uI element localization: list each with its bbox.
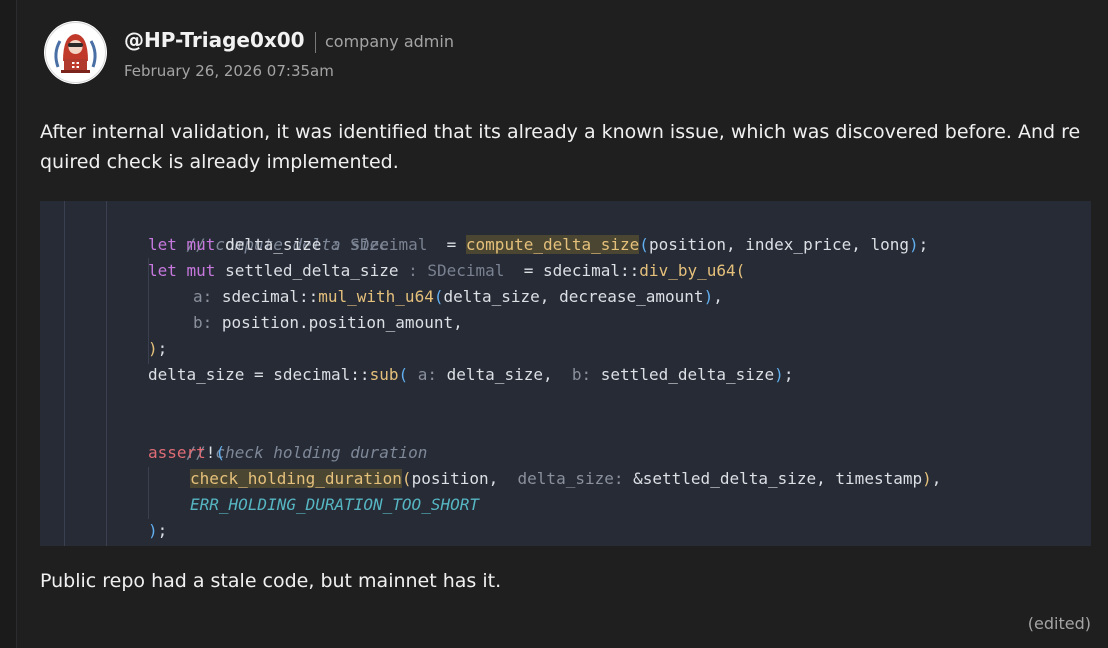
comment-body: After internal validation, it was identi… <box>40 121 1081 173</box>
code-line: let mut settled_delta_size : SDecimal = … <box>148 261 746 280</box>
code-line: // check holding duration <box>186 443 428 462</box>
hacker-mascot-icon <box>45 22 106 83</box>
edited-indicator[interactable]: (edited) <box>1028 614 1091 633</box>
indent-guide <box>64 201 65 546</box>
code-line: b: position.position_amount, <box>193 313 463 332</box>
code-line: // compute delta size <box>186 235 389 254</box>
code-line: check_holding_duration(position, delta_s… <box>190 469 942 488</box>
code-line: ERR_HOLDING_DURATION_TOO_SHORT <box>190 495 479 514</box>
role-badge: company admin <box>325 32 454 51</box>
code-block: // compute delta size let mut delta_size… <box>40 201 1091 546</box>
post-timestamp: February 26, 2026 07:35am <box>124 62 334 80</box>
code-line: ); <box>148 339 168 358</box>
username-divider <box>315 32 316 53</box>
code-line: let mut delta_size : SDecimal = compute_… <box>148 235 929 254</box>
code-line: a: sdecimal::mul_with_u64(delta_size, de… <box>193 287 723 306</box>
indent-guide <box>106 201 107 546</box>
code-line: assert!( <box>148 443 226 462</box>
user-avatar[interactable] <box>44 21 107 84</box>
username-link[interactable]: @HP-Triage0x00 <box>124 28 305 52</box>
comment-footer-text: Public repo had a stale code, but mainne… <box>40 570 502 592</box>
code-line: ); <box>148 521 168 540</box>
code-line: delta_size = sdecimal::sub( a: delta_siz… <box>148 365 794 384</box>
